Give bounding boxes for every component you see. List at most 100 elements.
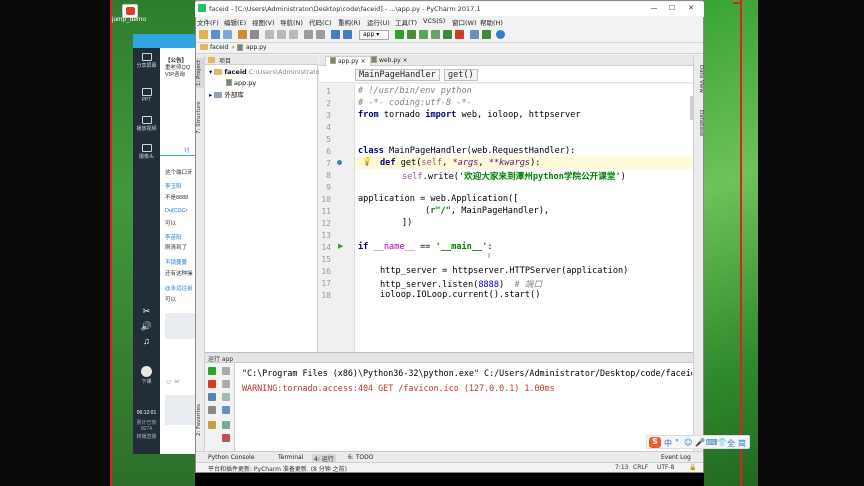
minimize-button[interactable]: — [645,4,663,15]
music-icon[interactable]: ♫ [133,336,160,346]
tree-root[interactable]: ▾ faceid C:\Users\Administrator\ [209,68,325,76]
scroll-down-icon[interactable] [222,380,230,388]
menu-run[interactable]: 运行(U) [367,17,390,27]
play-video-button[interactable]: 播放视频 [133,116,160,132]
favorites-tool-tab[interactable]: 2: Favorites [196,400,205,440]
nav-file[interactable]: app.py [246,44,267,51]
ime-voice-icon[interactable]: 🎤 [695,438,705,447]
close-button[interactable]: ✕ [682,4,700,15]
stop-icon[interactable] [455,30,464,39]
editor-scrollbar[interactable] [690,96,693,120]
data-view-tab[interactable]: Data View [695,65,704,97]
nav-project[interactable]: faceid [210,44,228,51]
file-encoding[interactable]: UTF-8 [657,464,675,471]
tree-file[interactable]: app.py [226,79,256,87]
menu-vcs[interactable]: VCS(S) [423,17,445,25]
status-message[interactable]: 平台和插件更新: PyCharm 准备更新. (8 分钟 之前) [208,464,347,473]
save-icon[interactable] [211,30,220,39]
line-separator[interactable]: CRLF [633,464,648,471]
paste-icon[interactable] [289,30,298,39]
ime-chinese-mode[interactable]: 中 [664,438,672,449]
copy-icon[interactable] [277,30,286,39]
camera-button[interactable]: 摄像头 [133,144,160,160]
pause-icon[interactable] [208,393,216,401]
sync-icon[interactable] [223,30,232,39]
lock-icon[interactable]: 🔒 [689,464,696,471]
share-screen-button[interactable]: 分享屏幕 [133,53,160,69]
soft-wrap-icon[interactable] [222,393,230,401]
coverage-icon[interactable] [419,30,428,39]
project-tool-tab[interactable]: 1: Project [196,58,205,88]
menu-view[interactable]: 视图(V) [252,17,275,27]
tree-external-libs[interactable]: ▸ 外部库 [209,89,244,99]
menu-navigate[interactable]: 导航(N) [280,17,303,27]
help-icon[interactable] [496,30,505,39]
menu-tools[interactable]: 工具(T) [395,17,417,27]
breadcrumb-method[interactable]: get() [444,69,478,81]
chat-input-box[interactable] [165,313,195,339]
clear-icon[interactable] [222,421,230,429]
undo-icon[interactable] [238,30,247,39]
settings-icon[interactable] [208,406,216,414]
sdk-icon[interactable] [482,30,491,39]
database-tab[interactable]: Database [695,110,704,142]
code-line: http_server = httpserver.HTTPServer(appl… [380,266,629,276]
run-icon[interactable] [395,30,404,39]
chat-compose-area[interactable] [165,395,195,425]
run-panel-title: 运行 app [208,356,234,363]
end-class-button[interactable]: 下课 [133,366,160,385]
speaker-icon[interactable]: 🔊 [133,321,160,332]
menu-window[interactable]: 窗口(W) [452,17,477,27]
ppt-button[interactable]: PPT [133,88,160,103]
chat-message: 可以 [165,221,177,227]
event-log-tab[interactable]: Event Log [661,454,691,461]
debug-icon[interactable] [407,30,416,39]
rerun-icon[interactable] [208,367,216,375]
menu-file[interactable]: 文件(F) [197,17,219,27]
print-icon[interactable] [222,406,230,414]
ime-simplified[interactable]: 简 [738,438,746,449]
rerun-icon[interactable] [443,30,452,39]
pin-icon[interactable] [208,421,216,429]
tab-app-py[interactable]: app.py × [325,56,371,66]
forward-icon[interactable] [343,30,352,39]
menu-code[interactable]: 代码(C) [309,17,332,27]
code-line: ]) [402,218,413,228]
close-run-icon[interactable] [222,434,230,442]
cut-icon[interactable] [265,30,274,39]
replace-icon[interactable] [316,30,325,39]
ime-punctuation[interactable]: ° [675,438,679,447]
folder-icon [214,69,223,75]
line-number: 9 [326,183,331,192]
tab-web-py[interactable]: web.py × [367,56,412,66]
menu-edit[interactable]: 编辑(E) [224,17,246,27]
ime-fullwidth[interactable]: 全 [727,438,735,449]
ime-emoji-icon[interactable]: ☺ [684,438,692,447]
ime-keyboard-icon[interactable]: ⌨ [706,438,718,447]
menu-refactor[interactable]: 重构(R) [338,17,361,27]
todo-tab[interactable]: 6: TODO [348,454,373,461]
stop-icon[interactable] [208,380,216,388]
scissors-icon[interactable]: ✂ [133,306,160,317]
open-folder-icon[interactable] [199,30,208,39]
settings-icon[interactable] [470,30,479,39]
breadcrumb-class[interactable]: MainPageHandler [355,69,440,81]
scroll-up-icon[interactable] [222,367,230,375]
redo-icon[interactable] [250,30,259,39]
ime-logo-icon[interactable]: S [649,437,661,448]
lightbulb-icon[interactable]: 💡 [362,157,372,166]
override-marker-icon[interactable] [337,160,342,165]
back-icon[interactable] [331,30,340,39]
run-gutter-icon[interactable]: ▶ [338,242,343,250]
profile-icon[interactable] [431,30,440,39]
cursor-position[interactable]: 7:13 [615,464,628,471]
terminal-tab[interactable]: Terminal [278,454,303,461]
structure-tool-tab[interactable]: 7: Structure [196,100,205,135]
run-config-select[interactable]: app ▾ [359,30,389,40]
ime-skin-icon[interactable]: 👕 [717,438,727,447]
maximize-button[interactable]: ☐ [663,4,681,15]
emoji-icon[interactable]: ☺ ✂ [165,378,195,386]
find-icon[interactable] [304,30,313,39]
menu-help[interactable]: 帮助(H) [480,17,503,27]
python-console-tab[interactable]: Python Console [208,454,255,461]
